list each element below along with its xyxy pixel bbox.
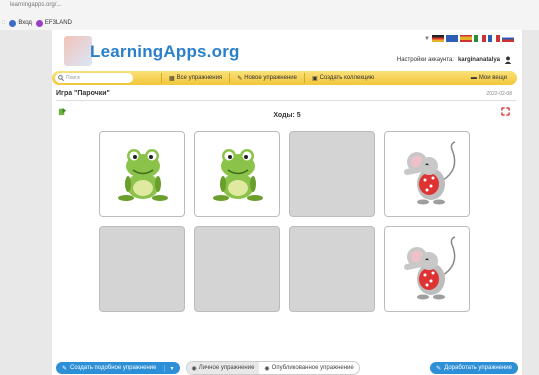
nav-new-exercise[interactable]: ✎ Новое упражнение (229, 73, 304, 83)
mouse-image (404, 141, 456, 205)
nav-label: Мои вещи (478, 75, 507, 81)
logo-text: LearningApps.org (90, 42, 240, 61)
nav-all-exercises[interactable]: ▦ Все упражнения (161, 73, 229, 83)
bookmark-label: EF3LAND (44, 20, 72, 26)
nav-label: Создать коллекцию (319, 75, 375, 81)
bottom-toolbar: ✎ Создать подобное упражнение ▾ ◉ Личное… (52, 361, 522, 375)
card-mouse[interactable] (384, 226, 470, 312)
improve-label: Доработать упражнение (444, 365, 512, 371)
dropdown-arrow-icon[interactable]: ▼ (424, 36, 430, 42)
logo-badge-icon (64, 36, 92, 66)
folder-icon: ▬ (470, 75, 477, 81)
card-hidden[interactable] (289, 226, 375, 312)
nav-label: Все упражнения (176, 75, 223, 81)
user-icon (504, 56, 512, 64)
search-placeholder: Поиск (66, 75, 80, 81)
search-icon (58, 75, 64, 81)
account-username: karginanatalya (457, 57, 500, 63)
date-label: 2022-02-08 (486, 91, 512, 97)
collection-icon: ▣ (311, 75, 318, 82)
flag-it-icon[interactable] (474, 35, 486, 42)
nav-my-stuff[interactable]: ▬ Мои вещи (464, 73, 517, 83)
grid-icon: ▦ (169, 75, 175, 82)
card-hidden[interactable] (99, 226, 185, 312)
divider (56, 100, 516, 101)
chevron-down-icon[interactable]: ▾ (164, 364, 174, 372)
card-frog[interactable] (99, 131, 185, 217)
public-option[interactable]: ◉ Опубликованное упражнение (259, 362, 358, 374)
create-similar-button[interactable]: ✎ Создать подобное упражнение ▾ (56, 362, 180, 374)
app-icon (35, 19, 43, 27)
card-hidden[interactable] (194, 226, 280, 312)
flag-ru-icon[interactable] (502, 35, 514, 42)
flag-uk-icon[interactable] (446, 35, 458, 42)
public-label: Опубликованное упражнение (271, 365, 354, 371)
frog-image (213, 149, 263, 201)
pencil-icon: ✎ (237, 75, 243, 82)
url-fragment: learningapps.org/... (10, 2, 62, 8)
flag-de-icon[interactable] (432, 35, 444, 42)
private-option[interactable]: ◉ Личное упражнение (186, 362, 260, 374)
card-hidden[interactable] (289, 131, 375, 217)
visibility-toggle: ◉ Личное упражнение ◉ Опубликованное упр… (185, 361, 360, 375)
nav-create-collection[interactable]: ▣ Создать коллекцию (303, 73, 381, 83)
card-frog[interactable] (194, 131, 280, 217)
moves-counter: Ходы: 5 (273, 112, 301, 119)
search-input[interactable]: Поиск (55, 73, 133, 83)
browser-top-strip: learningapps.org/... :: Вход EF3LAND (0, 0, 539, 30)
account-settings[interactable]: Настройки аккаунта: karginanatalya (397, 56, 512, 64)
login-icon (9, 19, 17, 27)
mouse-image (404, 236, 456, 300)
eye-icon: ◉ (191, 365, 197, 372)
private-label: Личное упражнение (198, 365, 255, 371)
learningapps-page: LearningApps.org ▼ Настройки аккаунта: k… (52, 30, 522, 375)
site-logo[interactable]: LearningApps.org (64, 34, 239, 68)
bookmark-ef3land[interactable]: EF3LAND (35, 19, 72, 27)
improve-exercise-button[interactable]: ✎ Доработать упражнение (430, 362, 518, 374)
edit-icon: ✎ (62, 365, 68, 372)
bookmarks-separator: :: (2, 20, 6, 26)
eye-icon: ◉ (264, 365, 270, 372)
bookmark-vhod[interactable]: Вход (9, 19, 32, 27)
bookmark-label: Вход (18, 20, 32, 26)
bookmarks-bar: :: Вход EF3LAND (2, 18, 72, 28)
flag-fr-icon[interactable] (488, 35, 500, 42)
card-mouse[interactable] (384, 131, 470, 217)
page-title: Игра "Парочки" (56, 90, 110, 97)
frog-image (118, 149, 168, 201)
account-label: Настройки аккаунта: (396, 57, 454, 63)
main-navbar: Поиск ▦ Все упражнения ✎ Новое упражнени… (52, 71, 517, 85)
nav-label: Новое упражнение (244, 75, 297, 81)
pencil-icon: ✎ (436, 365, 442, 372)
flag-es-icon[interactable] (460, 35, 472, 42)
language-flags: ▼ (424, 35, 514, 42)
create-similar-label: Создать подобное упражнение (70, 365, 157, 371)
